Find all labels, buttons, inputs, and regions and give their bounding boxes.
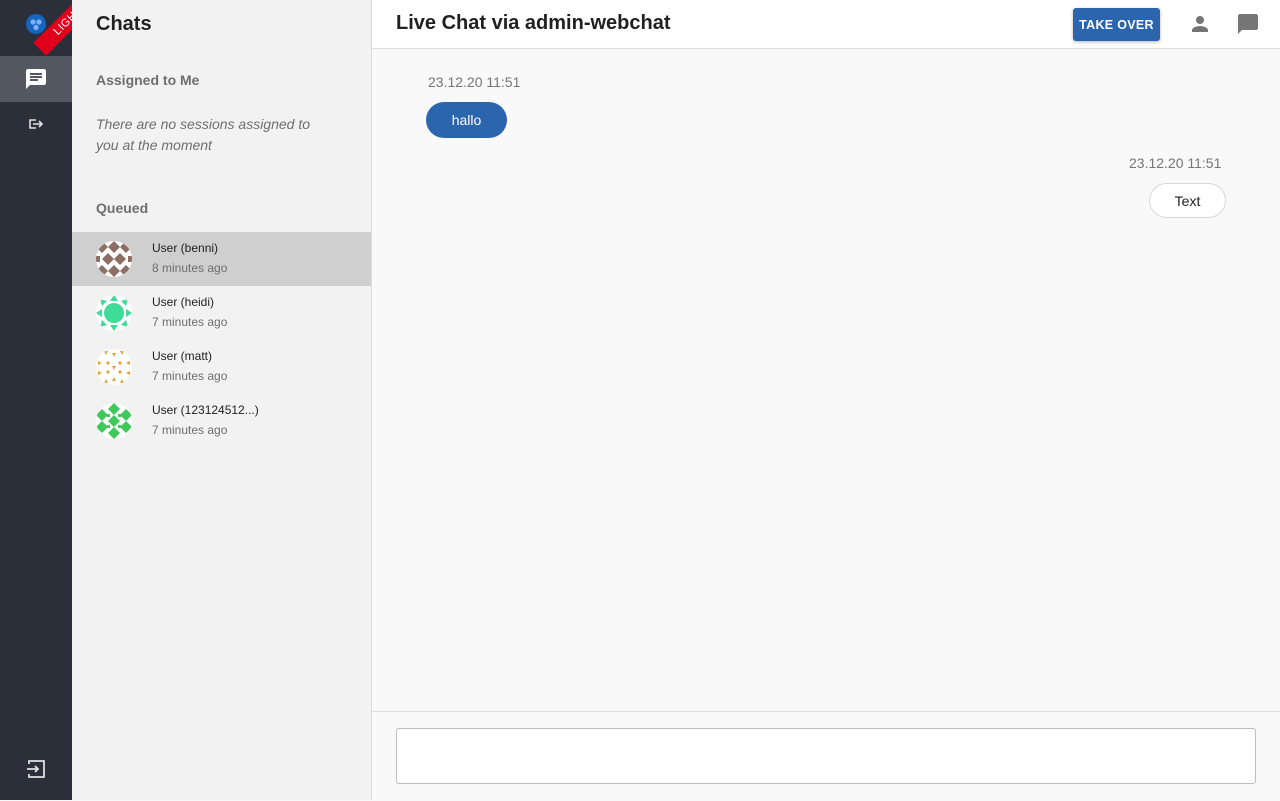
queued-heading: Queued [96, 200, 149, 216]
avatar [96, 295, 132, 331]
queue-item-name: User (benni) [152, 241, 219, 255]
chat-list-panel: Chats Assigned to Me There are no sessio… [72, 0, 372, 800]
queue-item-time: 7 minutes ago [152, 315, 228, 329]
queue-item-heidi[interactable]: User (heidi) 7 minutes ago [72, 286, 371, 340]
logout-icon [25, 758, 47, 780]
message-input[interactable] [396, 728, 1256, 784]
app-logo: LIGHT [0, 0, 72, 56]
assigned-heading: Assigned to Me [96, 72, 200, 88]
composer-bar [372, 711, 1280, 801]
message-timestamp: 23.12.20 11:51 [1129, 155, 1222, 171]
chat-bubble-icon[interactable] [1236, 12, 1260, 36]
person-icon[interactable] [1188, 12, 1212, 36]
assigned-empty-text: There are no sessions assigned to you at… [96, 116, 311, 153]
chat-icon [24, 67, 48, 91]
queue-item-time: 8 minutes ago [152, 261, 228, 275]
forward-icon [27, 115, 45, 133]
avatar [96, 403, 132, 439]
message-bubble-outgoing: Text [1149, 183, 1226, 218]
avatar [96, 349, 132, 385]
conversation-header: Live Chat via admin-webchat TAKE OVER [372, 0, 1280, 49]
queue-item-name: User (heidi) [152, 295, 215, 309]
logout-button[interactable] [0, 746, 72, 792]
queue-item-benni[interactable]: User (benni) 8 minutes ago [72, 232, 371, 286]
queue-item-name: User (matt) [152, 349, 212, 363]
logo-icon [26, 14, 46, 34]
queue-item-name: User (123124512...) [152, 403, 259, 417]
nav-handover-button[interactable] [0, 101, 72, 147]
queue-item-time: 7 minutes ago [152, 423, 228, 437]
left-rail: LIGHT [0, 0, 72, 800]
avatar [96, 241, 132, 277]
queue-item-time: 7 minutes ago [152, 369, 228, 383]
message-timestamp: 23.12.20 11:51 [428, 74, 521, 90]
take-over-button[interactable]: TAKE OVER [1073, 8, 1160, 41]
conversation-title: Live Chat via admin-webchat [396, 12, 671, 34]
message-bubble-incoming: hallo [426, 102, 507, 138]
queue-item-matt[interactable]: User (matt) 7 minutes ago [72, 340, 371, 394]
nav-chats-button[interactable] [0, 56, 72, 102]
queue-item-123124512[interactable]: User (123124512...) 7 minutes ago [72, 394, 371, 448]
chats-title: Chats [96, 13, 152, 35]
